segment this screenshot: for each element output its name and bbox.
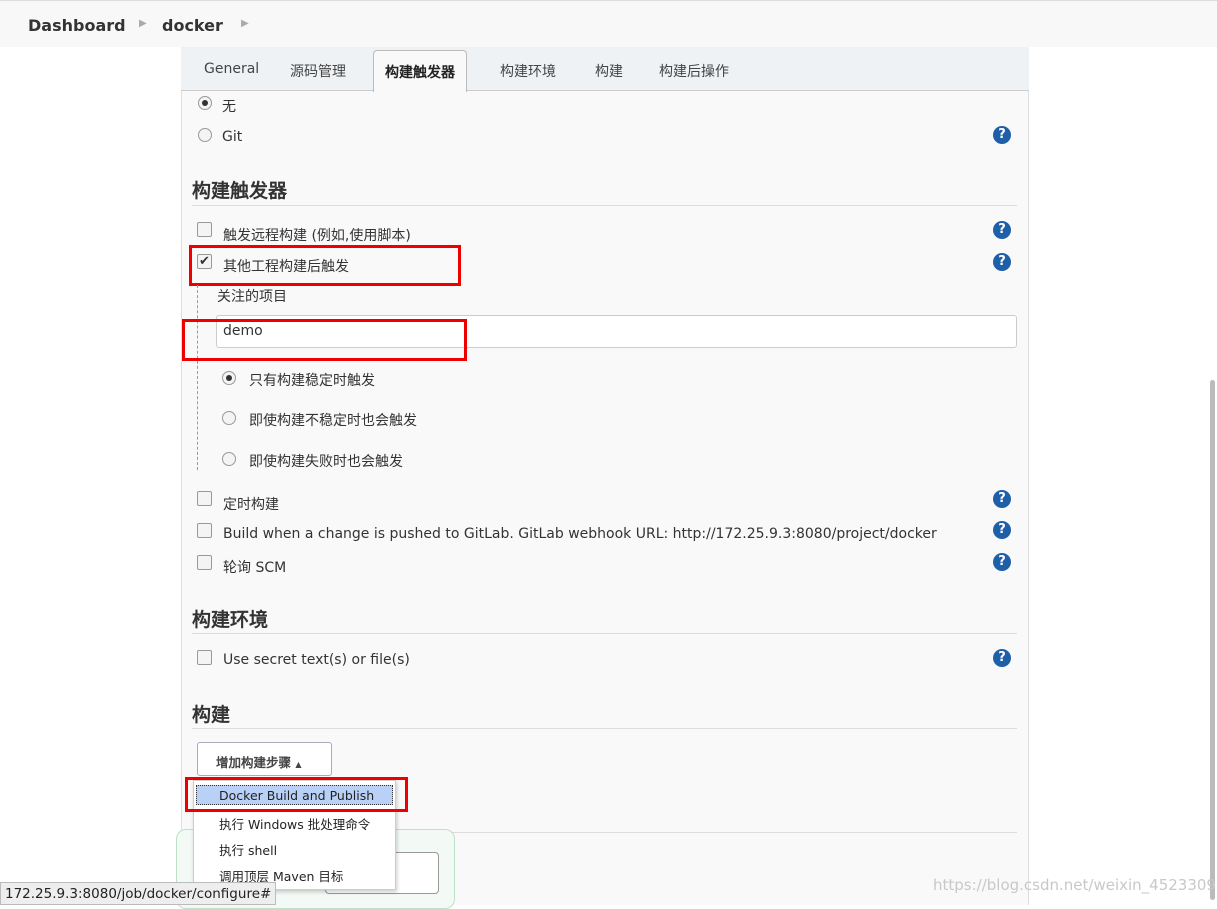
caret-up-icon: ▲	[295, 760, 302, 769]
failed-label: 即使构建失败时也会触发	[249, 454, 403, 470]
menu-item-shell[interactable]: 执行 shell	[219, 840, 277, 859]
chevron-right-icon[interactable]: ▶	[241, 18, 249, 29]
cron-label: 定时构建	[223, 497, 279, 513]
divider	[400, 832, 1017, 833]
divider	[192, 205, 1017, 206]
section-title-env: 构建环境	[192, 609, 269, 631]
help-icon[interactable]: ?	[993, 490, 1011, 508]
poll-scm-checkbox[interactable]	[197, 555, 212, 570]
failed-radio[interactable]	[222, 452, 236, 466]
section-title-triggers: 构建触发器	[192, 180, 288, 202]
divider	[192, 633, 1017, 634]
stable-only-radio[interactable]	[222, 371, 236, 385]
tab-post-build[interactable]: 构建后操作	[659, 61, 729, 81]
scm-none-label: 无	[222, 99, 236, 115]
status-bar-url: 172.25.9.3:8080/job/docker/configure#	[0, 882, 277, 905]
help-icon[interactable]: ?	[993, 553, 1011, 571]
section-title-build: 构建	[192, 704, 231, 726]
tab-scm[interactable]: 源码管理	[290, 61, 346, 81]
tab-triggers[interactable]: 构建触发器	[373, 50, 467, 92]
menu-item-windows-batch[interactable]: 执行 Windows 批处理命令	[219, 814, 370, 833]
add-build-step-button[interactable]: 增加构建步骤 ▲	[197, 742, 332, 776]
help-icon[interactable]: ?	[993, 253, 1011, 271]
tab-bar: General 源码管理 构建触发器 构建环境 构建 构建后操作	[181, 47, 1029, 92]
help-icon[interactable]: ?	[993, 649, 1011, 667]
secret-checkbox[interactable]	[197, 650, 212, 665]
breadcrumb-bar: Dashboard ▶ docker ▶	[0, 0, 1217, 47]
poll-scm-label: 轮询 SCM	[223, 560, 287, 576]
add-build-step-label: 增加构建步骤	[216, 755, 292, 770]
secret-label: Use secret text(s) or file(s)	[223, 652, 410, 668]
scrollbar[interactable]	[1210, 380, 1215, 900]
scm-git-radio[interactable]	[198, 128, 212, 142]
watermark: https://blog.csdn.net/weixin_45233090	[933, 876, 1217, 894]
projects-label: 关注的项目	[217, 289, 287, 305]
breadcrumb-dashboard[interactable]: Dashboard	[28, 16, 126, 35]
help-icon[interactable]: ?	[993, 521, 1011, 539]
highlight-box	[189, 245, 461, 286]
cron-checkbox[interactable]	[197, 491, 212, 506]
stable-only-label: 只有构建稳定时触发	[249, 373, 375, 389]
highlight-box	[185, 777, 408, 812]
scm-git-label: Git	[222, 129, 243, 145]
help-icon[interactable]: ?	[993, 126, 1011, 144]
highlight-box	[182, 319, 467, 361]
tab-env[interactable]: 构建环境	[500, 61, 556, 81]
gitlab-label: Build when a change is pushed to GitLab.…	[223, 526, 937, 542]
remote-trigger-label: 触发远程构建 (例如,使用脚本)	[223, 228, 411, 244]
unstable-radio[interactable]	[222, 411, 236, 425]
tab-general[interactable]: General	[204, 61, 259, 77]
divider	[192, 728, 1017, 729]
nested-guide	[197, 285, 198, 470]
gitlab-checkbox[interactable]	[197, 523, 212, 538]
help-icon[interactable]: ?	[993, 221, 1011, 239]
breadcrumb-docker[interactable]: docker	[162, 16, 223, 35]
chevron-right-icon[interactable]: ▶	[139, 18, 147, 29]
remote-trigger-checkbox[interactable]	[197, 222, 212, 237]
tab-build[interactable]: 构建	[595, 61, 623, 81]
scm-none-radio[interactable]	[198, 96, 212, 110]
unstable-label: 即使构建不稳定时也会触发	[249, 413, 417, 429]
